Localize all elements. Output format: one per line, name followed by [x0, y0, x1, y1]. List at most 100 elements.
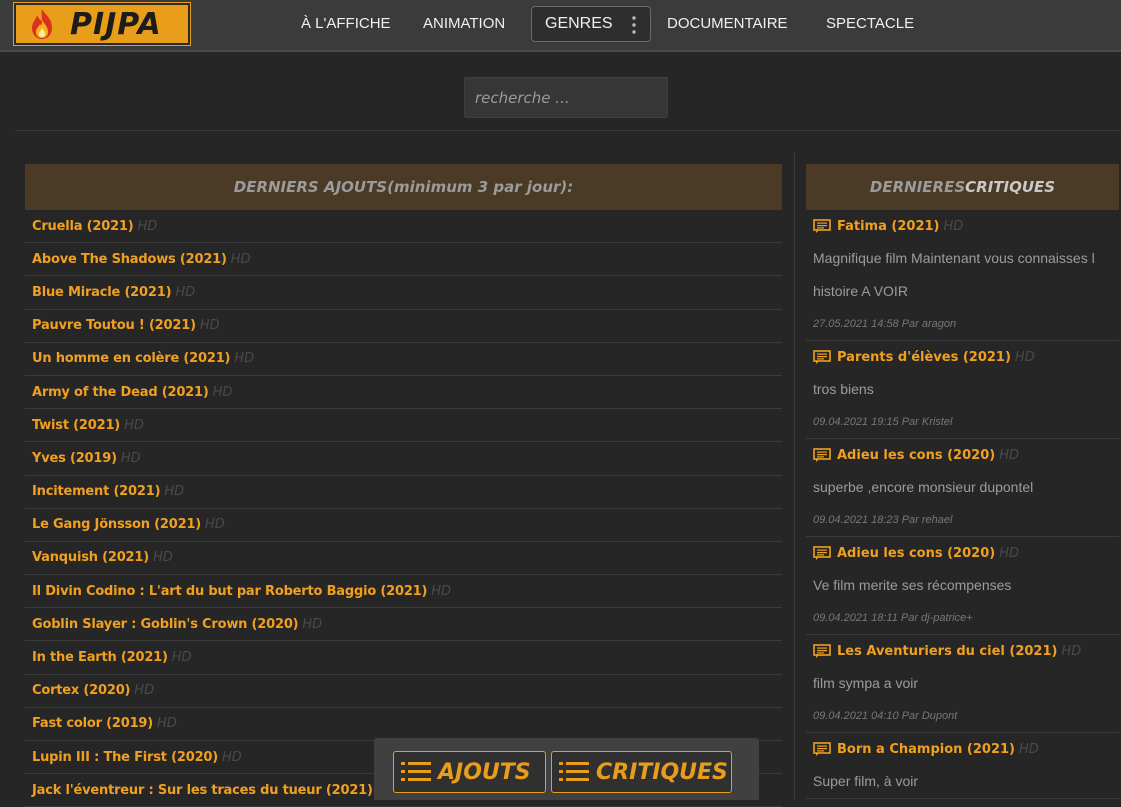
list-item[interactable]: Il Divin Codino : L'art du but par Rober…: [25, 575, 782, 609]
movie-title-link[interactable]: Fast color (2019): [32, 716, 153, 731]
comment-icon: [813, 350, 831, 364]
review-movie-link[interactable]: Adieu les cons (2020): [837, 546, 995, 561]
quality-badge: HD: [999, 545, 1019, 561]
ajouts-subtitle: (minimum 3 par jour):: [387, 178, 574, 196]
movie-title-link[interactable]: Incitement (2021): [32, 484, 161, 499]
review-text: Super film, à voir: [813, 773, 919, 789]
search-input[interactable]: [464, 77, 668, 118]
movie-title-link[interactable]: Pauvre Toutou ! (2021): [32, 318, 196, 333]
review-movie-link[interactable]: Les Aventuriers du ciel (2021): [837, 644, 1057, 659]
quality-badge: HD: [302, 616, 323, 632]
list-item[interactable]: Yves (2019) HD: [25, 442, 782, 476]
critiques-list: Fatima (2021) HD Magnifique film Maintenan…: [806, 210, 1119, 799]
review-text: Magnifique film Maintenant vous connaiss…: [813, 250, 1095, 299]
list-item[interactable]: Un homme en colère (2021) HD: [25, 343, 782, 376]
movie-title-link[interactable]: Le Gang Jönsson (2021): [32, 517, 201, 532]
review-meta: 27.05.2021 14:58 Par aragon: [813, 318, 957, 330]
comment-icon: [813, 742, 831, 756]
quality-badge: HD: [157, 716, 177, 732]
critiques-title-b: CRITIQUES: [965, 178, 1056, 196]
quality-badge: HD: [431, 583, 452, 599]
movie-title-link[interactable]: Un homme en colère (2021): [32, 351, 230, 366]
ajouts-section-header: DERNIERS AJOUTS (minimum 3 par jour):: [25, 164, 782, 210]
quality-badge: HD: [164, 484, 185, 500]
critiques-button[interactable]: CRITIQUES: [551, 751, 732, 793]
more-vertical-icon: [632, 16, 636, 34]
review-title-row[interactable]: Parents d'élèves (2021) HD: [806, 341, 1119, 373]
ajouts-button-label: AJOUTS: [438, 759, 531, 785]
logo-text: PIJPA: [70, 6, 162, 42]
quality-badge: HD: [1061, 643, 1082, 659]
movie-title-link[interactable]: Lupin III : The First (2020): [32, 750, 218, 765]
site-logo[interactable]: PIJPA: [14, 3, 190, 45]
review-title-row[interactable]: Born a Champion (2021) HD: [806, 733, 1119, 765]
nav-documentaire[interactable]: DOCUMENTAIRE: [667, 15, 788, 32]
nav-spectacle[interactable]: SPECTACLE: [826, 15, 914, 32]
list-item[interactable]: Incitement (2021) HD: [25, 476, 782, 509]
review-item: Les Aventuriers du ciel (2021) HD film sym…: [806, 635, 1119, 733]
review-text: superbe ,encore monsieur dupontel: [813, 479, 1034, 495]
review-title-row[interactable]: Fatima (2021) HD: [806, 210, 1119, 242]
movie-title-link[interactable]: Army of the Dead (2021): [32, 385, 209, 400]
list-item[interactable]: Le Gang Jönsson (2021) HD: [25, 509, 782, 542]
floating-section-switcher: AJOUTS CRITIQUES: [374, 738, 759, 800]
quality-badge: HD: [152, 550, 173, 566]
comment-icon: [813, 448, 831, 462]
critiques-title-a: DERNIERES: [869, 178, 966, 196]
list-item[interactable]: Vanquish (2021) HD: [25, 542, 782, 576]
list-item[interactable]: Twist (2021) HD: [25, 409, 782, 443]
nav-genres-dropdown[interactable]: GENRES: [531, 6, 651, 42]
movie-title-link[interactable]: Jack l'éventreur : Sur les traces du tue…: [32, 783, 373, 798]
review-item: Born a Champion (2021) HD Super film, à vo…: [806, 733, 1119, 799]
ajouts-button[interactable]: AJOUTS: [393, 751, 546, 793]
comment-icon: [813, 644, 831, 658]
quality-badge: HD: [199, 318, 220, 334]
quality-badge: HD: [230, 251, 251, 267]
quality-badge: HD: [943, 218, 964, 234]
ajouts-title: DERNIERS AJOUTS: [233, 178, 388, 196]
list-item[interactable]: Blue Miracle (2021) HD: [25, 276, 782, 310]
list-icon: [559, 762, 589, 781]
list-item[interactable]: Goblin Slayer : Goblin's Crown (2020) HD: [25, 608, 782, 642]
review-meta: 09.04.2021 04:10 Par Dupont: [813, 710, 958, 722]
list-item[interactable]: In the Earth (2021) HD: [25, 641, 782, 675]
list-item[interactable]: Cortex (2020) HD: [25, 675, 782, 708]
list-item[interactable]: Fast color (2019) HD: [25, 708, 782, 741]
review-item: Parents d'élèves (2021) HD tros biens 09.04…: [806, 341, 1119, 439]
list-item[interactable]: Above The Shadows (2021) HD: [25, 243, 782, 277]
movie-title-link[interactable]: Goblin Slayer : Goblin's Crown (2020): [32, 617, 299, 632]
review-text: Ve film merite ses récompenses: [813, 577, 1012, 593]
movie-title-link[interactable]: Yves (2019): [32, 451, 117, 466]
review-title-row[interactable]: Les Aventuriers du ciel (2021) HD: [806, 635, 1119, 667]
review-item: Adieu les cons (2020) HD superbe ,encore m…: [806, 439, 1119, 537]
movie-title-link[interactable]: Vanquish (2021): [32, 550, 149, 565]
nav-a-l-affiche[interactable]: À L'AFFICHE: [301, 15, 391, 32]
movie-title-link[interactable]: Il Divin Codino : L'art du but par Rober…: [32, 584, 427, 599]
review-title-row[interactable]: Adieu les cons (2020) HD: [806, 537, 1119, 569]
list-item[interactable]: Pauvre Toutou ! (2021) HD: [25, 310, 782, 343]
movie-title-link[interactable]: Cortex (2020): [32, 683, 130, 698]
movie-title-link[interactable]: Blue Miracle (2021): [32, 285, 172, 300]
column-divider: [794, 152, 795, 800]
quality-badge: HD: [234, 351, 255, 367]
movie-title-link[interactable]: Cruella (2021): [32, 219, 134, 234]
review-movie-link[interactable]: Born a Champion (2021): [837, 742, 1015, 757]
quality-badge: HD: [171, 650, 192, 666]
movie-title-link[interactable]: In the Earth (2021): [32, 650, 168, 665]
review-movie-link[interactable]: Parents d'élèves (2021): [837, 350, 1011, 365]
comment-icon: [813, 219, 831, 233]
quality-badge: HD: [134, 683, 155, 699]
flame-icon: [32, 9, 52, 39]
review-title-row[interactable]: Adieu les cons (2020) HD: [806, 439, 1119, 471]
movie-title-link[interactable]: Above The Shadows (2021): [32, 252, 227, 267]
nav-animation[interactable]: ANIMATION: [423, 15, 505, 32]
review-movie-link[interactable]: Fatima (2021): [837, 219, 939, 234]
movie-title-link[interactable]: Twist (2021): [32, 418, 120, 433]
divider: [15, 130, 1121, 131]
list-icon: [401, 762, 431, 781]
quality-badge: HD: [120, 450, 141, 466]
review-movie-link[interactable]: Adieu les cons (2020): [837, 448, 995, 463]
site-header: PIJPA À L'AFFICHE ANIMATION GENRES DOCUM…: [0, 0, 1121, 52]
list-item[interactable]: Army of the Dead (2021) HD: [25, 376, 782, 410]
list-item[interactable]: Cruella (2021) HD: [25, 210, 782, 244]
